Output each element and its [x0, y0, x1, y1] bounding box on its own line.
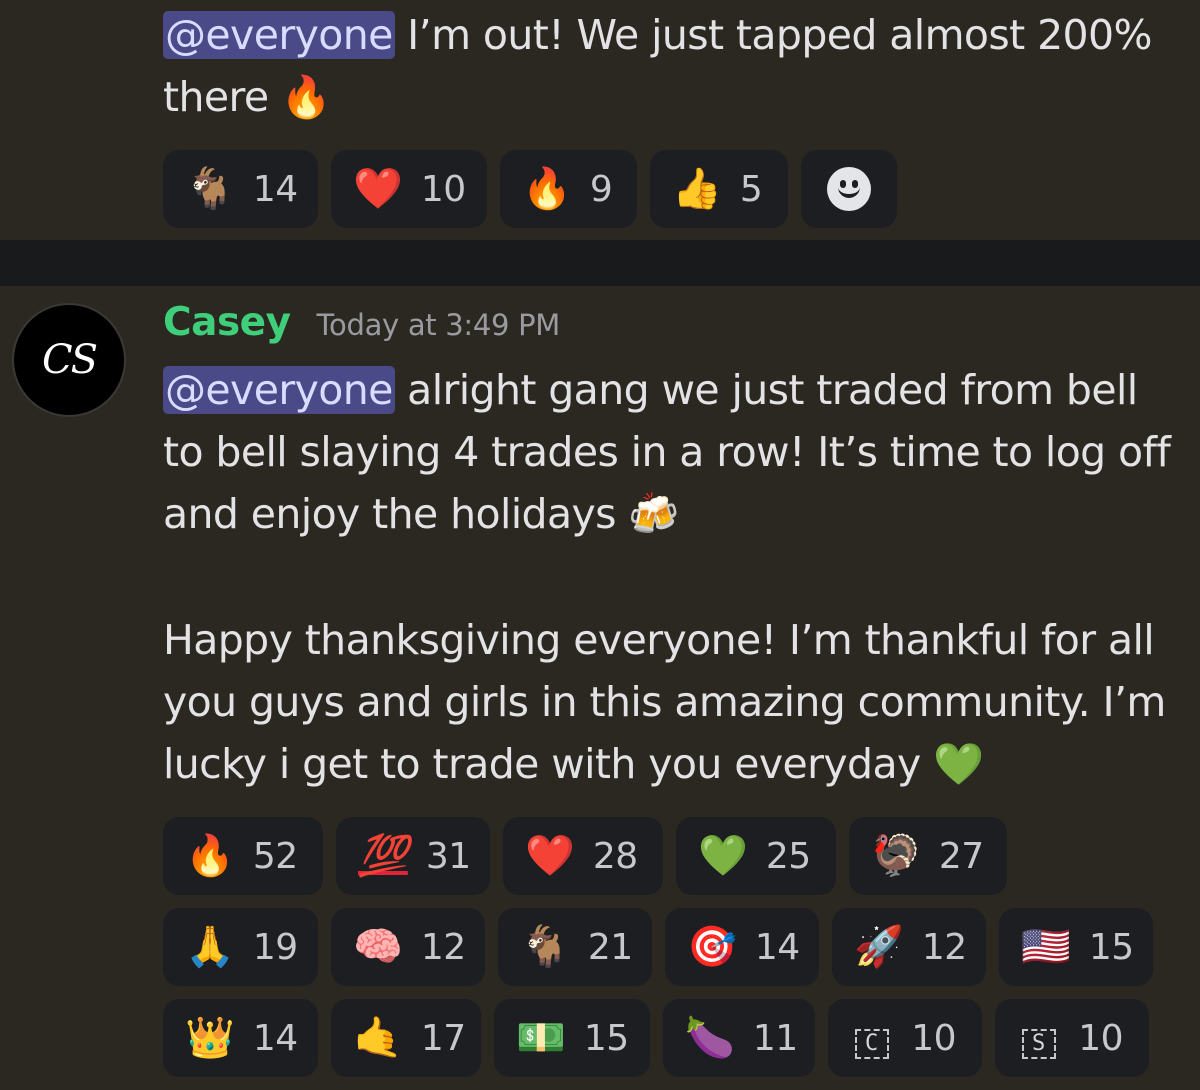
rocket-icon: 🚀	[854, 924, 904, 970]
reaction-custom-s[interactable]: S 10	[995, 999, 1149, 1077]
reaction-count: 15	[583, 1017, 629, 1059]
reaction-count: 14	[252, 1017, 298, 1059]
eggplant-icon: 🍆	[685, 1015, 735, 1061]
reaction-fire[interactable]: 🔥 52	[163, 817, 323, 895]
reaction-count: 10	[911, 1017, 956, 1059]
turkey-icon: 🦃	[871, 833, 921, 879]
reaction-eggplant[interactable]: 🍆 11	[663, 999, 815, 1077]
message-2-body-2: Happy thanksgiving everyone! I’m thankfu…	[163, 616, 1166, 788]
reaction-count: 14	[252, 168, 298, 210]
reaction-count: 10	[420, 168, 466, 210]
username[interactable]: Casey	[163, 300, 291, 345]
heart-icon: ❤️	[525, 833, 575, 879]
reaction-rocket[interactable]: 🚀 12	[832, 908, 986, 986]
reaction-count: 12	[921, 926, 967, 968]
message-2-reactions: 🔥 52 💯 31 ❤️ 28 💚 25 🦃 27 🙏 19 🧠 12 🐐 21…	[163, 817, 1166, 1090]
message-1-reactions: 🐐 14 ❤️ 10 🔥 9 👍 5	[163, 150, 910, 241]
reaction-us-flag[interactable]: 🇺🇸 15	[999, 908, 1153, 986]
fire-icon: 🔥	[185, 833, 235, 879]
target-icon: 🎯	[687, 924, 737, 970]
reaction-thumbs-up[interactable]: 👍 5	[650, 150, 788, 228]
custom-s-icon: S	[1017, 1017, 1060, 1059]
reaction-row-3: 👑 14 🤙 17 💵 15 🍆 11 C 10 S 10	[163, 999, 1166, 1077]
green-heart-icon: 💚	[698, 833, 748, 879]
reaction-count: 15	[1088, 926, 1134, 968]
reaction-count: 14	[754, 926, 800, 968]
crown-icon: 👑	[185, 1015, 235, 1061]
reaction-count: 5	[739, 168, 763, 210]
reaction-count: 10	[1078, 1017, 1123, 1059]
add-reaction-button[interactable]	[801, 150, 897, 228]
avatar-initials: CS	[41, 337, 98, 383]
us-flag-icon: 🇺🇸	[1021, 924, 1071, 970]
reaction-count: 11	[752, 1017, 798, 1059]
reaction-count: 28	[592, 835, 638, 877]
reaction-count: 31	[425, 835, 471, 877]
reaction-custom-c[interactable]: C 10	[828, 999, 982, 1077]
goat-icon: 🐐	[185, 166, 235, 212]
everyone-mention[interactable]: @everyone	[163, 366, 395, 414]
reaction-row-2: 🙏 19 🧠 12 🐐 21 🎯 14 🚀 12 🇺🇸 15	[163, 908, 1166, 986]
avatar[interactable]: CS	[14, 305, 124, 415]
reaction-target[interactable]: 🎯 14	[665, 908, 819, 986]
reaction-green-heart[interactable]: 💚 25	[676, 817, 836, 895]
message-separator	[0, 240, 1200, 286]
reaction-dollar-bill[interactable]: 💵 15	[494, 999, 650, 1077]
reaction-count: 9	[589, 168, 613, 210]
reaction-count: 19	[252, 926, 298, 968]
reaction-goat[interactable]: 🐐 14	[163, 150, 318, 228]
reaction-count: 27	[938, 835, 984, 877]
reaction-count: 12	[420, 926, 466, 968]
dollar-bill-icon: 💵	[516, 1015, 566, 1061]
message-header: Casey Today at 3:49 PM	[163, 300, 560, 354]
heart-icon: ❤️	[353, 166, 403, 212]
goat-icon: 🐐	[520, 924, 570, 970]
reaction-count: 52	[252, 835, 298, 877]
brain-icon: 🧠	[353, 924, 403, 970]
reaction-heart[interactable]: ❤️ 28	[503, 817, 663, 895]
reaction-row-1: 🔥 52 💯 31 ❤️ 28 💚 25 🦃 27	[163, 817, 1166, 895]
reaction-turkey[interactable]: 🦃 27	[849, 817, 1007, 895]
message-2-paragraph-1: @everyone alright gang we just traded fr…	[163, 359, 1183, 545]
fire-icon: 🔥	[522, 166, 572, 212]
everyone-mention[interactable]: @everyone	[163, 11, 395, 59]
reaction-call-me-hand[interactable]: 🤙 17	[331, 999, 481, 1077]
reaction-crown[interactable]: 👑 14	[163, 999, 318, 1077]
reaction-count: 21	[587, 926, 633, 968]
reaction-hundred[interactable]: 💯 31	[336, 817, 490, 895]
reaction-brain[interactable]: 🧠 12	[331, 908, 485, 986]
reaction-fire[interactable]: 🔥 9	[500, 150, 637, 228]
thumbs-up-icon: 👍	[672, 166, 722, 212]
message-1-text: @everyone I’m out! We just tapped almost…	[163, 4, 1183, 128]
smile-icon	[827, 167, 871, 211]
reaction-heart[interactable]: ❤️ 10	[331, 150, 487, 228]
timestamp: Today at 3:49 PM	[316, 308, 561, 342]
reaction-pray[interactable]: 🙏 19	[163, 908, 318, 986]
pray-icon: 🙏	[185, 924, 235, 970]
hundred-icon: 💯	[358, 833, 408, 879]
reaction-goat[interactable]: 🐐 21	[498, 908, 652, 986]
message-2-paragraph-2: Happy thanksgiving everyone! I’m thankfu…	[163, 609, 1183, 795]
reaction-count: 25	[765, 835, 811, 877]
reaction-count: 17	[420, 1017, 466, 1059]
custom-c-icon: C	[850, 1017, 893, 1059]
call-me-hand-icon: 🤙	[353, 1015, 403, 1061]
